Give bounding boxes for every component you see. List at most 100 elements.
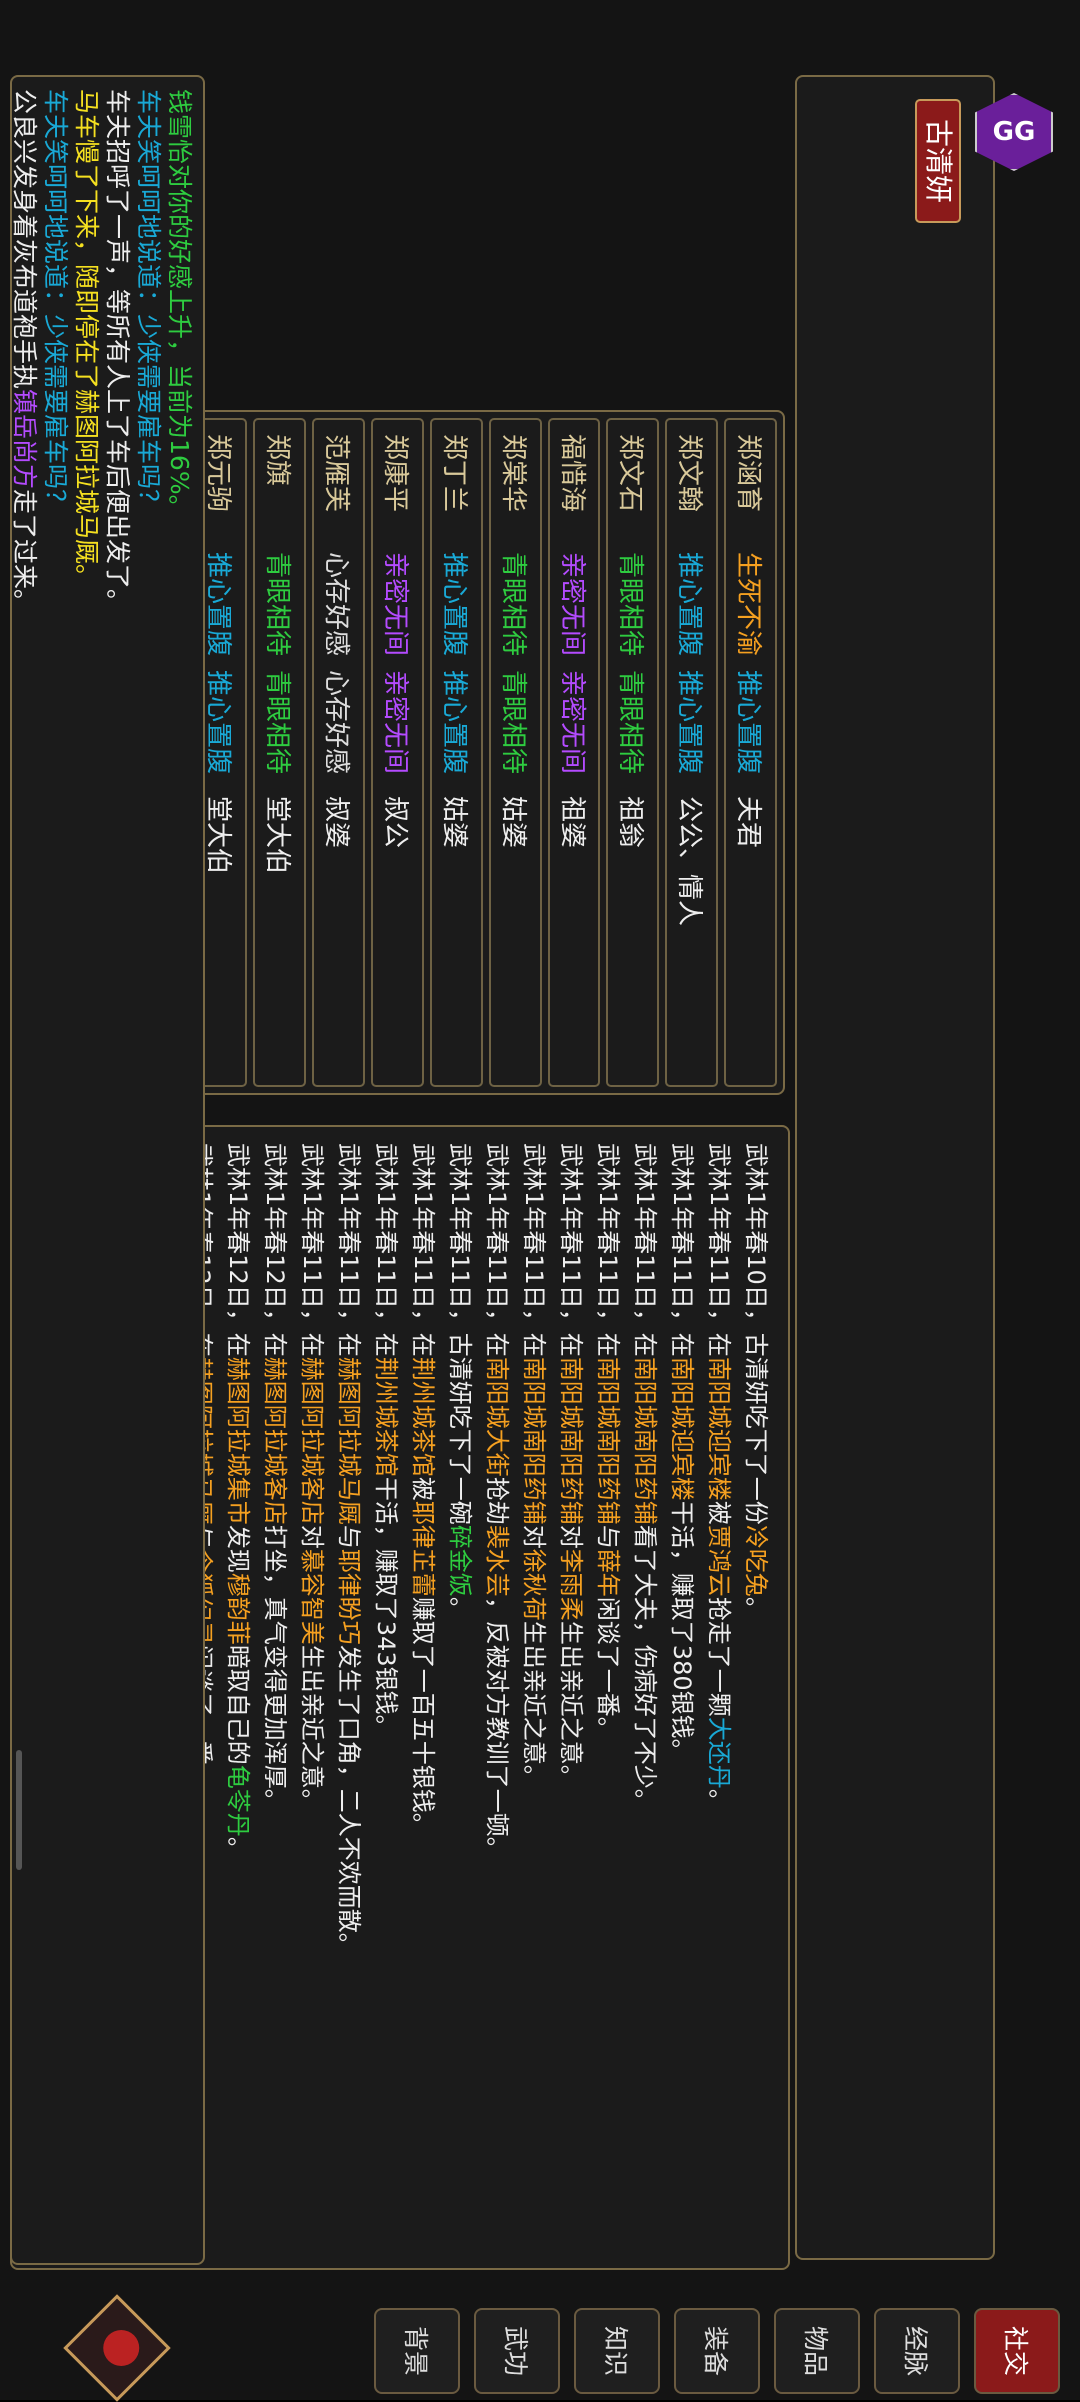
relation-row[interactable]: 福惜海 亲密无间 亲密无间 祖婆 bbox=[547, 418, 601, 1087]
background-icon: 背景 bbox=[401, 2325, 430, 2376]
log-segment: 武林1年春11日，在 bbox=[335, 1143, 363, 1357]
log-segment: 薛年 bbox=[594, 1548, 622, 1597]
log-line: 武林1年春12日，在赫图阿拉城客店打坐，真气变得更加浑厚。 bbox=[256, 1143, 293, 2252]
log-segment: 发现 bbox=[224, 1524, 252, 1573]
relation-row[interactable]: 郑旗 青眼相待 青眼相待 堂大伯 bbox=[253, 418, 307, 1087]
log-segment: 生出亲近之意。 bbox=[520, 1620, 548, 1789]
chat-segment: 随即停在了赫图阿拉城马厩。 bbox=[72, 264, 101, 590]
log-segment: 看了大夫，伤病好了不少。 bbox=[631, 1524, 659, 1813]
relation-feeling-self: 亲密无间 bbox=[380, 552, 411, 657]
relation-row[interactable]: 郑文石 青眼相待 青眼相待 祖翁 bbox=[606, 418, 660, 1087]
log-segment: 抢劫 bbox=[483, 1476, 511, 1525]
relation-name: 郑棠华 bbox=[497, 434, 528, 513]
relation-feeling-other: 推心置腹 bbox=[733, 670, 764, 775]
relation-name: 郑旗 bbox=[262, 434, 293, 487]
log-segment: 碎金饭 bbox=[446, 1524, 474, 1597]
log-segment: 赫图阿拉城马厩 bbox=[335, 1356, 363, 1525]
log-segment: 被 bbox=[705, 1500, 733, 1525]
log-segment: 。 bbox=[446, 1596, 474, 1621]
log-segment: 武林1年春11日，在 bbox=[631, 1143, 659, 1357]
relation-name: 郑康平 bbox=[380, 434, 411, 513]
log-segment: 穆韵菲 bbox=[224, 1572, 252, 1645]
log-segment: 抢走了一颗 bbox=[705, 1596, 733, 1717]
log-segment: 。 bbox=[742, 1596, 770, 1621]
relation-feeling-self: 青眼相待 bbox=[497, 552, 528, 657]
chat-line: 车夫笑呵呵地说道：少侠需要雇车吗？ bbox=[40, 89, 71, 614]
relation-feeling-other: 青眼相待 bbox=[497, 670, 528, 775]
log-segment: 南阳城迎宾楼 bbox=[705, 1356, 733, 1501]
chat-segment: 马车慢了下来， bbox=[72, 89, 101, 265]
chat-line: 车夫招呼了一声，等所有人上了车后便出发了。 bbox=[102, 89, 133, 614]
log-segment: 干活，赚取了343银钱。 bbox=[372, 1476, 400, 1739]
relation-feeling-self: 心存好感 bbox=[321, 552, 352, 657]
log-segment: 南阳城南阳药铺 bbox=[520, 1356, 548, 1525]
gg-badge[interactable]: GG bbox=[975, 93, 1053, 171]
chat-segment: 少侠需要雇车吗？ bbox=[41, 314, 70, 515]
log-line: 武林1年春11日，在南阳城南阳药铺看了大夫，伤病好了不少。 bbox=[626, 1143, 663, 2252]
log-segment: 生出亲近之意。 bbox=[557, 1620, 585, 1789]
relation-row[interactable]: 郑康平 亲密无间 亲密无间 叔公 bbox=[371, 418, 424, 1087]
relation-row[interactable]: 郑文翰 推心置腹 推心置腹 公公、情人 bbox=[665, 418, 719, 1087]
log-segment: 南阳城大街 bbox=[483, 1356, 511, 1477]
log-segment: 赚取了一百五十银钱。 bbox=[409, 1596, 437, 1837]
log-line: 武林1年春11日，在赫图阿拉城客店对慕容智美生出亲近之意。 bbox=[293, 1143, 330, 2252]
relation-title: 堂大伯 bbox=[203, 796, 234, 875]
relation-feeling-self: 青眼相待 bbox=[262, 552, 293, 657]
relation-title: 夫君 bbox=[733, 796, 764, 849]
log-segment: 赫图阿拉城客店 bbox=[261, 1356, 289, 1525]
nav-button-equipment[interactable]: 装备 bbox=[674, 2308, 760, 2394]
log-segment: 武林1年春11日，在 bbox=[483, 1143, 511, 1357]
log-segment: 对 bbox=[298, 1524, 326, 1549]
items-icon: 物品 bbox=[801, 2325, 830, 2376]
relation-feeling-other: 亲密无间 bbox=[380, 670, 411, 775]
log-line: 武林1年春11日，在南阳城迎宾楼干活，赚取了380银钱。 bbox=[663, 1143, 700, 2252]
chat-line: 钱雪怡对你的好感上升，当前为16%。 bbox=[164, 89, 195, 614]
social-icon: 社交 bbox=[1001, 2325, 1030, 2376]
relation-row[interactable]: 范雁芙 心存好感 心存好感 叔婆 bbox=[312, 418, 366, 1087]
log-segment: 武林1年春10日，古清妍吃下了一份 bbox=[742, 1143, 770, 1525]
relation-name: 郑文翰 bbox=[674, 434, 705, 513]
log-segment: 南阳城迎宾楼 bbox=[668, 1356, 696, 1501]
chat-segment: 走了过来。 bbox=[10, 489, 39, 615]
relation-name: 郑文石 bbox=[615, 434, 646, 513]
nav-button-social[interactable]: 社交 bbox=[974, 2308, 1060, 2394]
log-scrollbar[interactable] bbox=[16, 1750, 22, 1870]
nav-button-background[interactable]: 背景 bbox=[374, 2308, 460, 2394]
relation-feeling-other: 青眼相待 bbox=[615, 670, 646, 775]
character-name-tag[interactable]: 古清妍 bbox=[915, 99, 961, 223]
relation-title: 公公、情人 bbox=[674, 796, 705, 927]
relation-row[interactable]: 郑棠华 青眼相待 青眼相待 姑婆 bbox=[488, 418, 542, 1087]
log-segment: 慕容智美 bbox=[298, 1548, 326, 1645]
chat-line: 马车慢了下来，随即停在了赫图阿拉城马厩。 bbox=[71, 89, 102, 614]
log-line: 武林1年春11日，古清妍吃下了一碗碎金饭。 bbox=[441, 1143, 478, 2252]
meridian-icon: 经脉 bbox=[901, 2325, 930, 2376]
relation-feeling-self: 推心置腹 bbox=[438, 552, 469, 657]
log-segment: 与 bbox=[594, 1524, 622, 1549]
nav-button-meridian[interactable]: 经脉 bbox=[874, 2308, 960, 2394]
log-segment: 贾鸿云 bbox=[705, 1524, 733, 1597]
log-segment: 。 bbox=[705, 1788, 733, 1813]
nav-button-items[interactable]: 物品 bbox=[774, 2308, 860, 2394]
nav-button-martial[interactable]: 武功 bbox=[474, 2308, 560, 2394]
relation-row[interactable]: 郑涵育 生死不渝 推心置腹 夫君 bbox=[724, 418, 777, 1087]
log-segment: 对 bbox=[520, 1524, 548, 1549]
log-segment: 武林1年春12日，在 bbox=[224, 1143, 252, 1357]
relation-title: 堂大伯 bbox=[262, 796, 293, 875]
log-segment: 武林1年春11日，在 bbox=[372, 1143, 400, 1357]
log-segment: 赫图阿拉城集市 bbox=[224, 1356, 252, 1525]
log-segment: 。 bbox=[224, 1836, 252, 1861]
chat-segment: 镇岳尚方 bbox=[10, 389, 39, 490]
relation-name: 郑丁兰 bbox=[438, 434, 469, 513]
log-segment: 闲谈了一番。 bbox=[594, 1596, 622, 1741]
equipment-icon: 装备 bbox=[701, 2325, 730, 2376]
chat-box[interactable]: 钱雪怡对你的好感上升，当前为16%。 车夫笑呵呵地说道：少侠需要雇车吗？ 车夫招呼了… bbox=[10, 75, 205, 2265]
log-segment: 南阳城南阳药铺 bbox=[631, 1356, 659, 1525]
relation-feeling-other: 青眼相待 bbox=[262, 670, 293, 775]
relation-row[interactable]: 郑丁兰 推心置腹 推心置腹 姑婆 bbox=[429, 418, 483, 1087]
relation-name: 郑元驹 bbox=[203, 434, 234, 513]
nav-button-knowledge[interactable]: 知识 bbox=[574, 2308, 660, 2394]
relation-feeling-other: 亲密无间 bbox=[556, 670, 587, 775]
chat-segment: 车夫笑呵呵地说道： bbox=[134, 89, 163, 315]
log-segment: 武林1年春11日，在 bbox=[594, 1143, 622, 1357]
relation-name: 郑涵育 bbox=[733, 434, 764, 513]
